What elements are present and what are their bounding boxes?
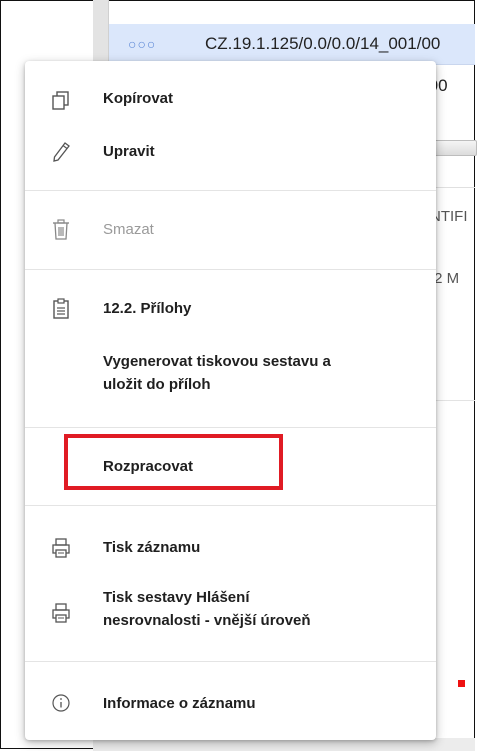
menu-separator — [25, 427, 436, 428]
menu-item-copy[interactable]: Kopírovat — [25, 84, 436, 114]
menu-item-label-line2: uložit do příloh — [103, 376, 211, 393]
info-icon — [51, 693, 70, 712]
menu-separator — [25, 190, 436, 191]
menu-separator — [25, 269, 436, 270]
pencil-icon — [51, 141, 70, 162]
printer-icon — [51, 537, 70, 558]
printer-icon — [51, 602, 70, 623]
row-code-text: CZ.19.1.125/0.0/0.0/14_001/00 — [205, 34, 441, 53]
trash-icon — [51, 219, 69, 240]
menu-item-print-report[interactable]: Tisk sestavy Hlášení nesrovnalosti - vně… — [25, 584, 436, 640]
menu-item-label-line1: Vygenerovat tiskovou sestavu a — [103, 353, 331, 370]
menu-item-label: 12.2. Přílohy — [103, 300, 192, 317]
menu-separator — [25, 661, 436, 662]
menu-item-label-line1: Tisk sestavy Hlášení — [103, 589, 250, 606]
menu-item-label: Tisk záznamu — [103, 539, 201, 556]
highlight-box — [64, 434, 283, 490]
row-actions-dots-icon[interactable]: ○○○ — [128, 36, 156, 52]
menu-separator — [25, 505, 436, 506]
menu-item-label: Kopírovat — [103, 90, 174, 107]
menu-item-print-record[interactable]: Tisk záznamu — [25, 533, 436, 563]
menu-item-edit[interactable]: Upravit — [25, 137, 436, 167]
context-menu: Kopírovat Upravit Smazat 12.2. Přílohy V… — [25, 61, 436, 740]
menu-item-generate-report[interactable]: Vygenerovat tiskovou sestavu a uložit do… — [25, 347, 436, 403]
copy-icon — [51, 90, 69, 110]
divider — [435, 187, 475, 188]
menu-item-record-info[interactable]: Informace o záznamu — [25, 689, 436, 719]
clipboard-icon — [51, 298, 69, 319]
red-marker — [458, 680, 465, 687]
menu-item-label: Informace o záznamu — [103, 695, 256, 712]
menu-item-delete[interactable]: Smazat — [25, 215, 436, 245]
divider — [435, 400, 475, 401]
menu-item-attachments[interactable]: 12.2. Přílohy — [25, 294, 436, 324]
menu-item-label: Upravit — [103, 143, 155, 160]
menu-item-label-line2: nesrovnalosti - vnější úroveň — [103, 612, 311, 629]
menu-item-label: Smazat — [103, 221, 154, 238]
